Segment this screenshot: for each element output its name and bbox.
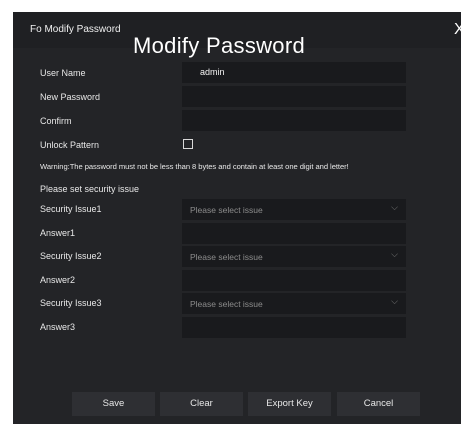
clear-button[interactable]: Clear [160, 392, 243, 416]
security-issue3-select[interactable]: Please select issue ⌵ [182, 293, 406, 314]
chevron-down-icon: ⌵ [391, 202, 398, 212]
answer1-input[interactable] [182, 223, 406, 244]
password-warning: Warning:The password must not be less th… [40, 162, 349, 171]
confirm-label: Confirm [40, 116, 72, 126]
security-issue1-label: Security Issue1 [40, 204, 102, 214]
security-issue3-label: Security Issue3 [40, 298, 102, 308]
cancel-button[interactable]: Cancel [337, 392, 420, 416]
security-issue2-label: Security Issue2 [40, 251, 102, 261]
unlock-pattern-checkbox[interactable] [183, 139, 193, 149]
security-issue-heading: Please set security issue [40, 184, 140, 194]
username-value: admin [200, 67, 225, 77]
title-bar: Fo Modify Password Modify Password X [13, 12, 461, 58]
security-issue3-placeholder: Please select issue [190, 299, 263, 309]
chevron-down-icon: ⌵ [391, 249, 398, 259]
security-issue2-placeholder: Please select issue [190, 252, 263, 262]
security-issue1-placeholder: Please select issue [190, 205, 263, 215]
username-field: admin [182, 62, 406, 83]
new-password-input[interactable] [182, 86, 406, 107]
page-title: Modify Password [133, 33, 306, 58]
new-password-label: New Password [40, 92, 101, 102]
chevron-down-icon: ⌵ [391, 296, 398, 306]
security-issue2-select[interactable]: Please select issue ⌵ [182, 246, 406, 267]
save-button[interactable]: Save [72, 392, 155, 416]
answer3-label: Answer3 [40, 322, 76, 332]
confirm-password-input[interactable] [182, 110, 406, 131]
answer1-label: Answer1 [40, 228, 76, 238]
window-title: Fo Modify Password [30, 24, 121, 35]
security-issue1-select[interactable]: Please select issue ⌵ [182, 199, 406, 220]
export-key-button[interactable]: Export Key [248, 392, 331, 416]
answer3-input[interactable] [182, 317, 406, 338]
answer2-input[interactable] [182, 270, 406, 291]
answer2-label: Answer2 [40, 275, 76, 285]
close-icon[interactable]: X [454, 21, 461, 39]
username-label: User Name [40, 68, 86, 78]
unlock-pattern-label: Unlock Pattern [40, 140, 100, 150]
modify-password-dialog: Fo Modify Password Modify Password X Use… [13, 12, 461, 424]
